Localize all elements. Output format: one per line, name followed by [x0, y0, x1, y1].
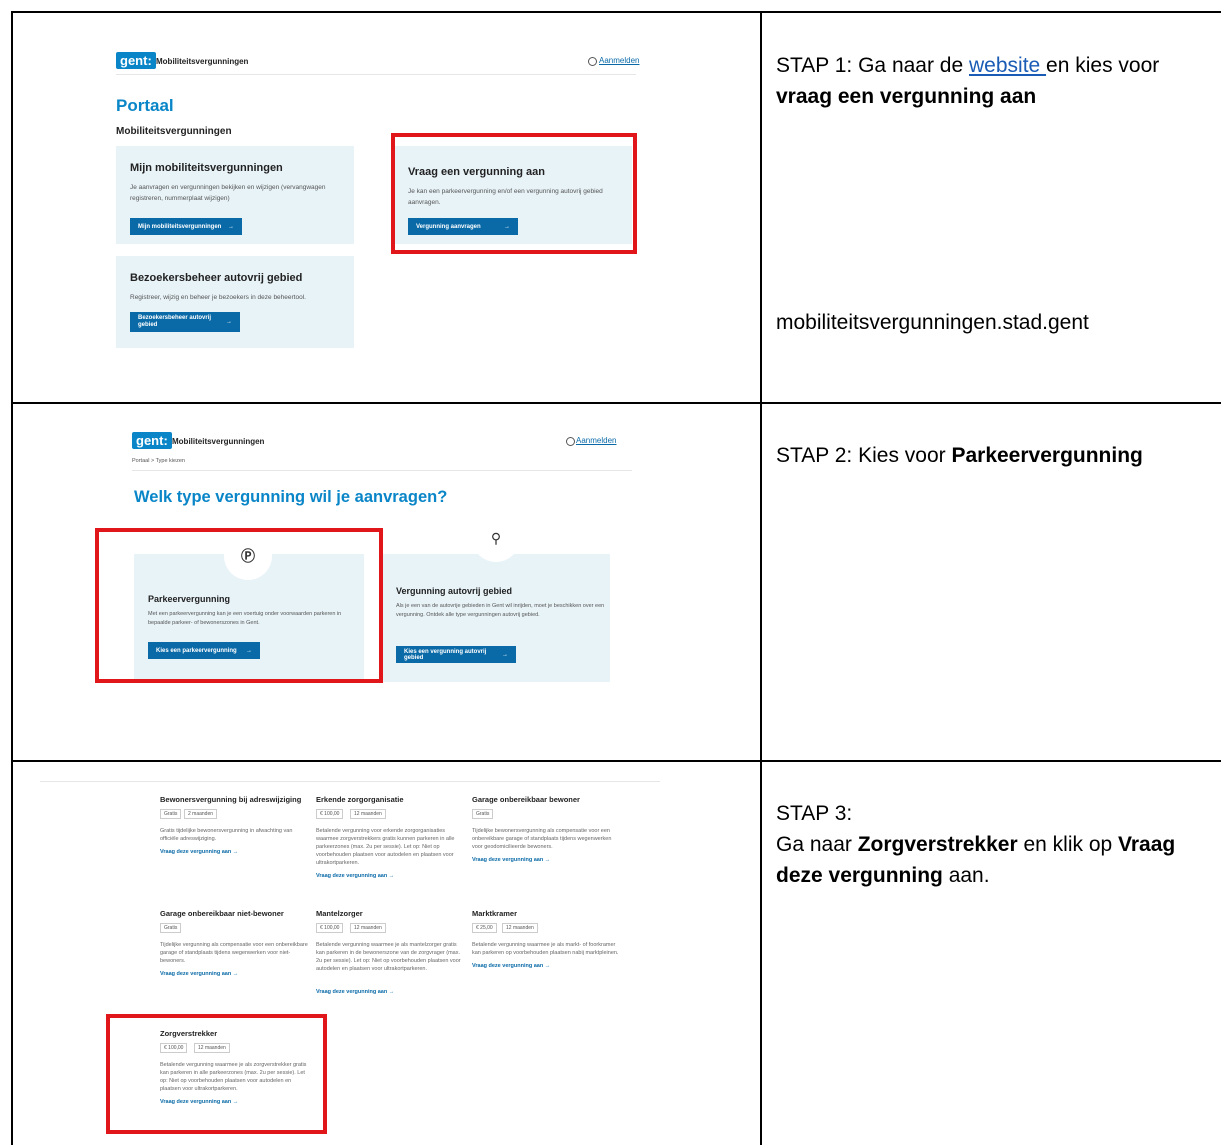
step-3-prefix: Ga naar — [776, 833, 858, 856]
arrow-right-icon: → — [228, 223, 234, 230]
user-icon — [588, 57, 597, 66]
permit-title: Marktkramer — [472, 909, 518, 918]
price-tag: Gratis — [160, 809, 182, 819]
visitor-management-button[interactable]: Bezoekersbeheer autovrij gebied → — [130, 312, 240, 332]
price-tag: € 100,00 — [316, 809, 344, 819]
link-label: Vraag deze vergunning aan — [316, 873, 388, 879]
permit-card: Erkende zorgorganisatie € 100,00 12 maan… — [316, 795, 466, 915]
permit-desc: Betalende vergunning voor erkende zorgor… — [316, 828, 455, 866]
card-desc: Registreer, wijzig en beheer je bezoeker… — [130, 294, 306, 301]
step-3-mid: en klik op — [1017, 833, 1119, 856]
website-url: mobiliteitsvergunningen.stad.gent — [776, 311, 1089, 334]
search-car-icon: ⚲ — [472, 514, 520, 562]
gent-logo: gent: — [116, 52, 156, 69]
link-label: Vraag deze vergunning aan — [160, 849, 232, 855]
highlight-zorgverstrekker — [106, 1014, 327, 1134]
step-2-prefix: STAP 2: Kies voor — [776, 444, 952, 467]
header-divider — [132, 470, 632, 471]
step-3-bold-1: Zorgverstrekker — [857, 833, 1018, 856]
permit-desc: Betalende vergunning waarmee je als mark… — [472, 942, 619, 956]
login-link[interactable]: Aanmelden — [599, 56, 639, 65]
permit-card: Garage onbereikbaar niet-bewoner Gratis … — [160, 909, 310, 1029]
request-permit-link[interactable]: Vraag deze vergunning aan → — [160, 849, 238, 855]
link-label: Vraag deze vergunning aan — [316, 989, 388, 995]
table-border-left — [11, 11, 13, 1145]
link-label: Vraag deze vergunning aan — [472, 857, 544, 863]
step-1-bold: vraag een vergunning aan — [776, 85, 1037, 108]
app-title: Mobiliteitsvergunningen — [172, 437, 265, 446]
step-2-instruction: STAP 2: Kies voor Parkeervergunning — [776, 440, 1221, 471]
website-link[interactable]: website — [969, 54, 1046, 77]
card-visitor-management: Bezoekersbeheer autovrij gebied Registre… — [116, 256, 354, 348]
button-label: Bezoekersbeheer autovrij gebied — [138, 315, 212, 328]
card-desc: Als je een van de autovrije gebieden in … — [396, 603, 605, 618]
duration-tag: 2 maanden — [184, 809, 218, 819]
step-3-heading: STAP 3: — [776, 802, 853, 825]
permit-title: Garage onbereikbaar niet-bewoner — [160, 909, 284, 918]
button-label: Mijn mobiliteitsvergunningen — [138, 223, 222, 230]
step-1-instruction: STAP 1: Ga naar de website en kies voor … — [776, 50, 1216, 112]
card-my-permits: Mijn mobiliteitsvergunningen Je aanvrage… — [116, 146, 354, 244]
page-title: Portaal — [116, 96, 174, 115]
highlight-request-permit — [391, 133, 637, 254]
step-3-instruction: Ga naar Zorgverstrekker en klik op Vraag… — [776, 829, 1216, 891]
permit-card: Mantelzorger € 100,00 12 maanden Betalen… — [316, 909, 466, 1029]
permit-title: Mantelzorger — [316, 909, 363, 918]
permit-title: Erkende zorgorganisatie — [316, 795, 404, 804]
step-3-suffix: aan. — [942, 864, 990, 887]
duration-tag: 12 maanden — [350, 923, 386, 933]
user-icon — [566, 437, 575, 446]
link-label: Vraag deze vergunning aan — [160, 971, 232, 977]
card-title: Mijn mobiliteitsvergunningen — [130, 162, 283, 174]
permit-desc: Betalende vergunning waarmee je als mant… — [316, 942, 461, 972]
step-1-prefix: STAP 1: Ga naar de — [776, 54, 969, 77]
price-tag: € 100,00 — [316, 923, 344, 933]
button-label: Kies een vergunning autovrij gebied — [404, 648, 487, 661]
highlight-parking-permit — [95, 528, 383, 683]
step-2-bold: Parkeervergunning — [951, 444, 1143, 467]
permit-desc: Gratis tijdelijke bewonersvergunning in … — [160, 828, 293, 842]
request-permit-link[interactable]: Vraag deze vergunning aan → — [316, 989, 394, 995]
gent-logo: gent: — [132, 432, 172, 449]
price-tag: € 25,00 — [472, 923, 497, 933]
card-desc: Je aanvragen en vergunningen bekijken en… — [130, 184, 326, 202]
table-row-divider-1 — [11, 402, 1221, 404]
card-title: Vergunning autovrij gebied — [396, 586, 513, 596]
app-title: Mobiliteitsvergunningen — [156, 57, 249, 66]
price-tag: Gratis — [472, 809, 494, 819]
choose-car-free-permit-button[interactable]: Kies een vergunning autovrij gebied → — [396, 646, 516, 663]
request-permit-link[interactable]: Vraag deze vergunning aan → — [160, 971, 238, 977]
duration-tag: 12 maanden — [502, 923, 538, 933]
permit-title: Bewonersvergunning bij adreswijziging — [160, 795, 302, 804]
login-link[interactable]: Aanmelden — [576, 436, 616, 445]
permit-card: Garage onbereikbaar bewoner Gratis Tijde… — [472, 795, 622, 915]
permit-card: Marktkramer € 25,00 12 maanden Betalende… — [472, 909, 622, 1029]
table-row-divider-2 — [11, 760, 1221, 762]
arrow-right-icon: → — [502, 651, 508, 658]
permit-card: Bewonersvergunning bij adreswijziging Gr… — [160, 795, 310, 915]
page-heading: Welk type vergunning wil je aanvragen? — [134, 488, 448, 506]
permit-desc: Tijdelijke bewonersvergunning als compen… — [472, 828, 612, 850]
permit-desc: Tijdelijke vergunning als compensatie vo… — [160, 942, 308, 964]
table-border-top — [11, 11, 1221, 13]
price-tag: Gratis — [160, 923, 182, 933]
step-1-mid: en kies voor — [1046, 54, 1160, 77]
request-permit-link[interactable]: Vraag deze vergunning aan → — [316, 873, 394, 879]
request-permit-link[interactable]: Vraag deze vergunning aan → — [472, 963, 550, 969]
arrow-right-icon: → — [226, 319, 232, 325]
my-permits-button[interactable]: Mijn mobiliteitsvergunningen → — [130, 218, 242, 235]
request-permit-link[interactable]: Vraag deze vergunning aan → — [472, 857, 550, 863]
page-subtitle: Mobiliteitsvergunningen — [116, 126, 232, 137]
permit-title: Garage onbereikbaar bewoner — [472, 795, 580, 804]
card-title: Bezoekersbeheer autovrij gebied — [130, 272, 303, 284]
card-car-free-zone: ⚲ Vergunning autovrij gebied Als je een … — [382, 514, 610, 682]
top-divider — [40, 781, 660, 782]
duration-tag: 12 maanden — [350, 809, 386, 819]
link-label: Vraag deze vergunning aan — [472, 963, 544, 969]
table-column-divider — [760, 11, 762, 1145]
breadcrumb: Portaal > Type kiezen — [132, 458, 185, 464]
header-divider — [116, 74, 636, 75]
